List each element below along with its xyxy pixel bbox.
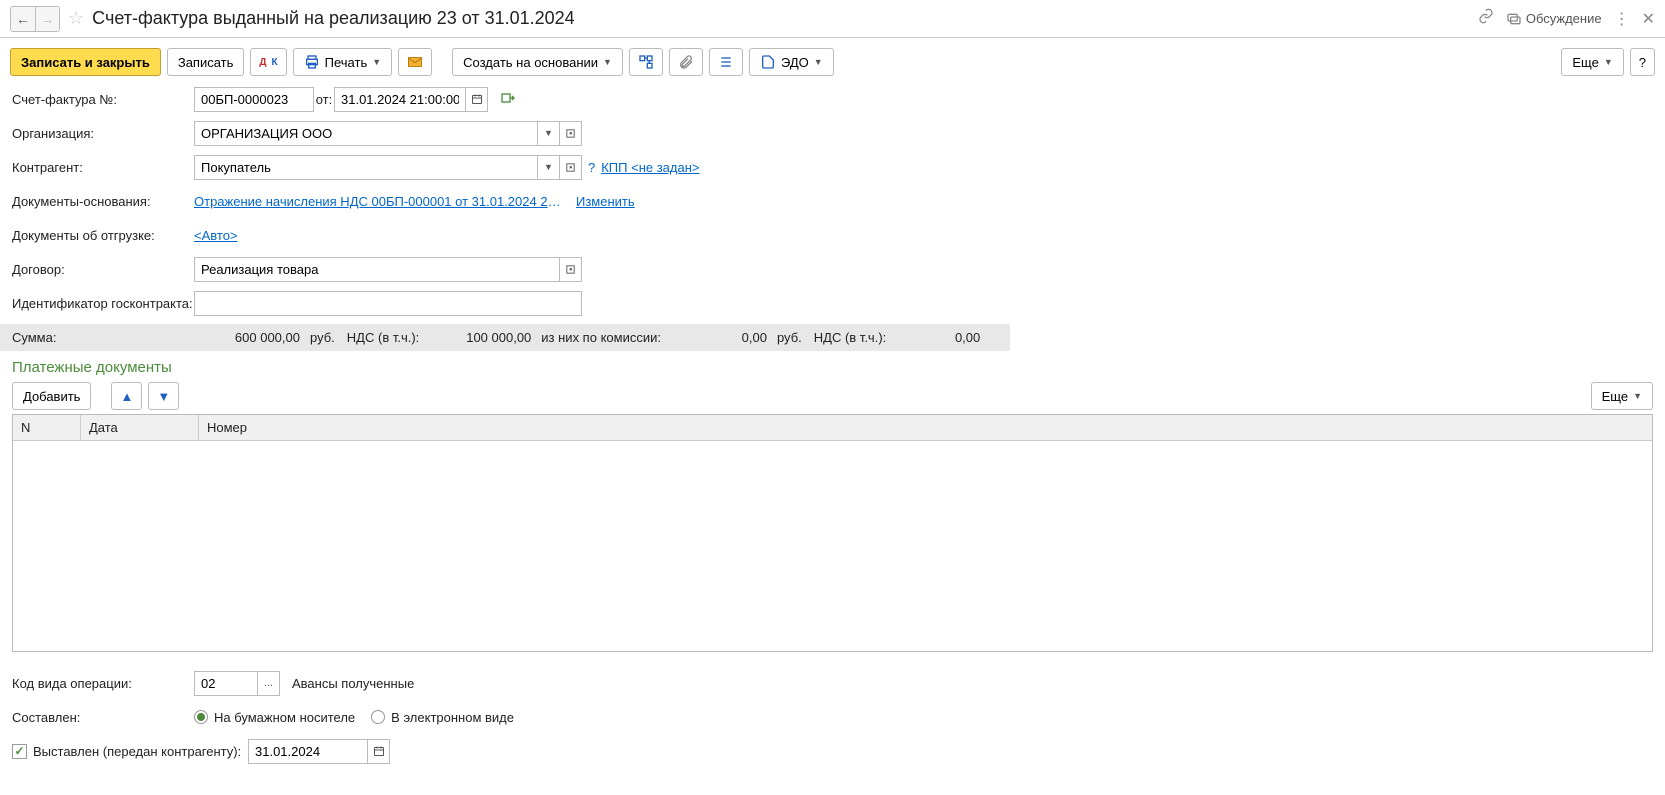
calendar-button[interactable] [466,87,488,112]
grid-body[interactable] [13,441,1652,651]
kebab-menu-icon[interactable]: ⋮ [1614,9,1630,29]
list-button[interactable] [709,48,743,76]
shipment-docs-link[interactable]: <Авто> [194,228,238,243]
dtkt-button[interactable]: ДК [250,48,286,76]
page-title: Счет-фактура выданный на реализацию 23 о… [92,8,1478,29]
vat-value: 100 000,00 [419,330,537,345]
favorite-star-icon[interactable]: ☆ [68,8,84,29]
dropdown-button[interactable]: ▼ [538,155,560,180]
help-button[interactable]: ? [1630,48,1655,76]
operation-code-desc: Авансы полученные [292,676,414,691]
composed-label: Составлен: [12,710,194,725]
issued-date-field[interactable] [248,739,368,764]
radio-checked-icon [194,710,208,724]
write-button[interactable]: Записать [167,48,245,76]
organization-field[interactable] [194,121,538,146]
open-button[interactable] [560,121,582,146]
sum-label: Сумма: [12,330,194,345]
rub-label: руб. [310,330,335,345]
change-link[interactable]: Изменить [576,194,635,209]
commission-label: из них по комиссии: [541,330,661,345]
open-button[interactable] [560,257,582,282]
link-icon[interactable] [1478,8,1494,29]
caret-down-icon: ▼ [603,57,612,67]
issued-checkbox[interactable]: ✓ [12,744,27,759]
move-down-button[interactable]: ▼ [148,382,179,410]
table-more-button[interactable]: Еще ▼ [1591,382,1653,410]
issued-label: Выставлен (передан контрагенту): [33,744,241,759]
caret-down-icon: ▼ [372,57,381,67]
discussion-button[interactable]: Обсуждение [1506,11,1602,27]
vat2-value: 0,00 [886,330,986,345]
commission-value: 0,00 [661,330,773,345]
kpp-link[interactable]: КПП <не задан> [601,160,699,175]
close-icon[interactable]: ✕ [1642,9,1655,29]
grid-col-n[interactable]: N [13,415,81,440]
counterparty-label: Контрагент: [12,160,194,175]
mail-button[interactable] [398,48,432,76]
operation-code-field[interactable] [194,671,258,696]
related-button[interactable] [629,48,663,76]
paper-radio[interactable]: На бумажном носителе [194,710,355,725]
goscontract-label: Идентификатор госконтракта: [12,296,194,311]
status-arrow-icon[interactable] [500,90,516,109]
nav-forward-button[interactable]: → [35,7,59,31]
sum-value: 600 000,00 [194,330,306,345]
grid-col-number[interactable]: Номер [199,415,1652,440]
shipment-docs-label: Документы об отгрузке: [12,228,194,243]
invoice-number-label: Счет-фактура №: [12,92,194,107]
create-based-on-button[interactable]: Создать на основании ▼ [452,48,623,76]
move-up-button[interactable]: ▲ [111,382,142,410]
vat-label: НДС (в т.ч.): [347,330,420,345]
from-label: от: [314,92,334,107]
rub-label: руб. [777,330,802,345]
dropdown-button[interactable]: ▼ [538,121,560,146]
electronic-radio[interactable]: В электронном виде [371,710,514,725]
invoice-number-field[interactable] [194,87,314,112]
more-button[interactable]: Еще ▼ [1561,48,1623,76]
invoice-date-field[interactable] [334,87,466,112]
print-button[interactable]: Печать ▼ [293,48,393,76]
select-button[interactable]: ... [258,671,280,696]
radio-unchecked-icon [371,710,385,724]
add-row-button[interactable]: Добавить [12,382,91,410]
contract-field[interactable] [194,257,560,282]
caret-down-icon: ▼ [814,57,823,67]
open-button[interactable] [560,155,582,180]
write-and-close-button[interactable]: Записать и закрыть [10,48,161,76]
payments-section-title: Платежные документы [12,359,1653,376]
organization-label: Организация: [12,126,194,141]
grid-col-date[interactable]: Дата [81,415,199,440]
payments-grid[interactable]: N Дата Номер [12,414,1653,652]
help-icon[interactable]: ? [588,160,595,175]
basis-doc-link[interactable]: Отражение начисления НДС 00БП-000001 от … [194,194,564,209]
attach-button[interactable] [669,48,703,76]
caret-down-icon: ▼ [1633,391,1642,401]
counterparty-field[interactable] [194,155,538,180]
basis-docs-label: Документы-основания: [12,194,194,209]
operation-code-label: Код вида операции: [12,676,194,691]
contract-label: Договор: [12,262,194,277]
caret-down-icon: ▼ [1604,57,1613,67]
edo-button[interactable]: ЭДО ▼ [749,48,834,76]
vat2-label: НДС (в т.ч.): [814,330,887,345]
nav-back-button[interactable]: ← [11,7,35,31]
goscontract-field[interactable] [194,291,582,316]
calendar-button[interactable] [368,739,390,764]
